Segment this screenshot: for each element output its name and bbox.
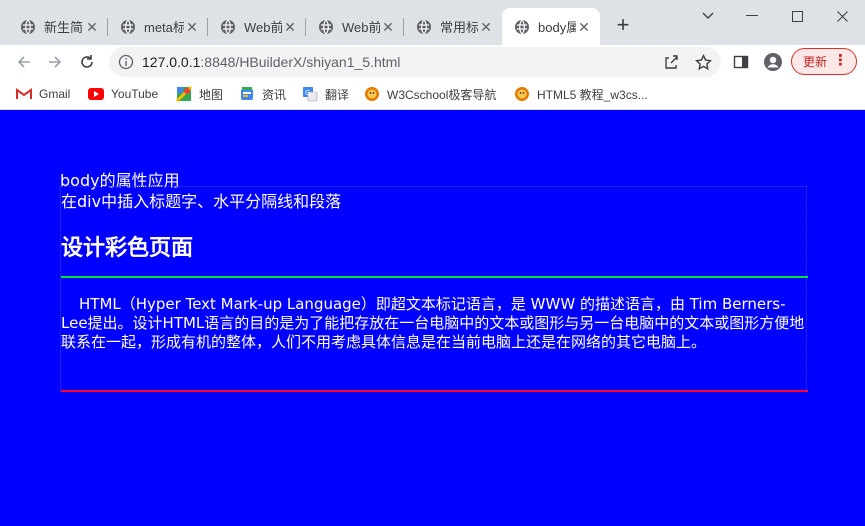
news-icon [239,86,255,102]
bookmark-news[interactable]: 资讯 [239,85,286,103]
tab-4[interactable]: Web前 ✕ [306,8,404,45]
html-paragraph: HTML（Hyper Text Mark-up Language）即超文本标记语… [61,295,805,351]
globe-icon [121,19,135,34]
tab-search-button[interactable] [688,4,728,28]
bookmark-star-button[interactable] [694,53,712,71]
url-host: 127.0.0.1 [142,54,201,70]
w3cschool-icon [514,86,530,102]
minimize-icon [746,15,758,16]
bookmark-html5-tutorial[interactable]: HTML5 教程_w3cs... [514,85,648,103]
close-tab-icon[interactable]: ✕ [478,19,494,35]
close-icon [836,10,848,22]
bookmark-translate[interactable]: G 翻译 [302,85,349,103]
tab-5[interactable]: 常用标 ✕ [404,8,502,45]
tab-1[interactable]: 新生简 ✕ [8,8,108,45]
maps-icon [176,86,192,102]
profile-button[interactable] [760,49,786,75]
close-tab-icon[interactable]: ✕ [84,19,100,35]
bookmarks-bar: Gmail YouTube 地图 资讯 G 翻译 W3Cschool极客导航 H… [0,78,865,110]
arrow-left-icon [17,56,30,68]
gmail-icon [16,86,32,102]
tab-label: 常用标 [440,20,478,35]
browser-toolbar: 127.0.0.1:8848/HBuilderX/shiyan1_5.html … [0,45,865,78]
close-tab-icon[interactable]: ✕ [380,19,396,35]
translate-icon: G [302,86,318,102]
bookmark-label: 翻译 [325,87,350,102]
bookmark-maps[interactable]: 地图 [176,85,223,103]
address-bar[interactable]: 127.0.0.1:8848/HBuilderX/shiyan1_5.html [109,47,721,77]
div-text: 在div中插入标题字、水平分隔线和段落 [61,192,342,211]
tab-2[interactable]: meta标 ✕ [108,8,208,45]
avatar-icon [764,53,782,71]
update-label: 更新 [803,55,828,69]
share-button[interactable] [662,53,680,71]
side-panel-icon [733,55,749,69]
globe-icon [221,19,235,34]
maximize-icon [791,10,803,22]
tab-6-active[interactable]: body属 ✕ [502,8,600,45]
star-icon [694,53,712,70]
page-viewport: body的属性应用 在div中插入标题字、水平分隔线和段落 设计彩色页面 HTM… [0,110,865,526]
globe-icon [417,19,431,34]
new-tab-button[interactable]: + [610,13,636,39]
w3cschool-icon [364,86,380,102]
bookmark-label: 资讯 [262,87,287,102]
info-icon[interactable] [118,54,134,70]
page-heading: 设计彩色页面 [61,236,194,261]
bookmark-label: YouTube [111,87,159,101]
maximize-button[interactable] [777,4,817,28]
close-tab-icon[interactable]: ✕ [576,19,592,35]
arrow-right-icon [49,56,62,68]
url-text: 127.0.0.1:8848/HBuilderX/shiyan1_5.html [142,54,400,70]
bookmark-gmail[interactable]: Gmail [16,85,70,103]
bookmark-label: HTML5 教程_w3cs... [537,87,648,102]
forward-button[interactable] [42,49,68,75]
tab-label: Web前 [342,20,380,35]
tab-label: body属 [538,20,576,35]
youtube-icon [88,86,104,102]
tab-label: 新生简 [44,20,84,35]
more-menu-icon[interactable]: ⋮ [833,53,848,69]
minimize-button[interactable] [732,4,772,28]
bookmark-w3cschool-nav[interactable]: W3Cschool极客导航 [364,85,496,103]
tab-strip: 新生简 ✕ meta标 ✕ Web前 ✕ Web前 ✕ 常用标 ✕ body属 … [0,0,865,45]
reload-button[interactable] [74,49,100,75]
globe-icon [319,19,333,34]
bookmark-label: W3Cschool极客导航 [387,87,497,102]
bookmark-label: Gmail [39,87,71,101]
url-path: :8848/HBuilderX/shiyan1_5.html [200,54,401,70]
bookmark-label: 地图 [199,87,224,102]
svg-text:G: G [305,89,310,97]
tab-3[interactable]: Web前 ✕ [208,8,306,45]
update-button[interactable]: 更新 ⋮ [791,48,857,75]
red-divider [61,390,808,392]
green-divider [61,276,808,278]
tab-label: Web前 [244,20,282,35]
chevron-down-icon [702,12,714,19]
close-tab-icon[interactable]: ✕ [282,19,298,35]
content-div: 在div中插入标题字、水平分隔线和段落 设计彩色页面 HTML（Hyper Te… [60,186,808,392]
tab-label: meta标 [144,20,184,35]
back-button[interactable] [11,49,37,75]
globe-icon [515,19,529,34]
side-panel-button[interactable] [728,49,754,75]
share-icon [665,55,678,69]
close-tab-icon[interactable]: ✕ [184,19,200,35]
reload-icon [81,55,93,68]
globe-icon [21,19,35,34]
close-window-button[interactable] [822,4,862,28]
bookmark-youtube[interactable]: YouTube [88,85,158,103]
